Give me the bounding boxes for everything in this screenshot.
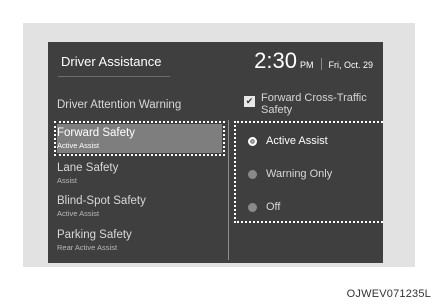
checkbox-checked-icon[interactable]: ✔ (244, 96, 255, 107)
clock-date: Fri, Oct. 29 (328, 60, 373, 70)
radio-unselected-icon[interactable] (248, 202, 257, 212)
menu-item-sublabel: Active Assist (57, 141, 100, 150)
panel-divider (228, 120, 229, 260)
forward-cross-traffic-checkbox[interactable]: ✔ Forward Cross-Traffic Safety (244, 92, 381, 116)
menu-item-driver-attention-warning[interactable]: Driver Attention Warning (57, 99, 222, 111)
infotainment-screen: Driver Assistance 2:30 PM Fri, Oct. 29 D… (48, 42, 383, 263)
option-label: Off (266, 201, 281, 213)
option-warning-only[interactable]: Warning Only (248, 168, 332, 180)
clock-separator (321, 58, 323, 70)
option-label: Active Assist (266, 135, 328, 147)
menu-item-label: Parking Safety (57, 229, 132, 241)
menu-item-sublabel: Active Assist (57, 209, 100, 218)
option-group: Active Assist Warning Only Off (234, 121, 383, 223)
checkbox-label: Forward Cross-Traffic Safety (261, 92, 367, 116)
menu-item-blind-spot-safety[interactable]: Blind-Spot Safety Active Assist (57, 195, 222, 218)
menu-item-lane-safety[interactable]: Lane Safety Assist (57, 162, 222, 185)
clock-ampm: PM (299, 60, 314, 70)
title-underline (58, 76, 170, 77)
option-off[interactable]: Off (248, 201, 280, 213)
page-title: Driver Assistance (61, 54, 162, 69)
radio-unselected-icon[interactable] (248, 169, 257, 179)
menu-item-sublabel: Assist (57, 176, 78, 185)
menu-item-sublabel: Rear Active Assist (57, 243, 118, 252)
option-active-assist[interactable]: Active Assist (248, 135, 328, 147)
radio-selected-icon[interactable] (248, 136, 257, 146)
figure-code: OJWEV071235L (346, 288, 431, 300)
menu-item-parking-safety[interactable]: Parking Safety Rear Active Assist (57, 229, 222, 252)
menu-item-label: Blind-Spot Safety (57, 195, 146, 207)
menu-item-label: Lane Safety (57, 162, 119, 174)
menu-item-forward-safety[interactable]: Forward Safety Active Assist (54, 121, 225, 156)
status-clock: 2:30 PM Fri, Oct. 29 (254, 48, 373, 74)
clock-time: 2:30 (254, 48, 297, 73)
menu-item-label: Forward Safety (57, 127, 135, 139)
option-label: Warning Only (266, 168, 333, 180)
menu-item-label: Driver Attention Warning (57, 99, 182, 111)
